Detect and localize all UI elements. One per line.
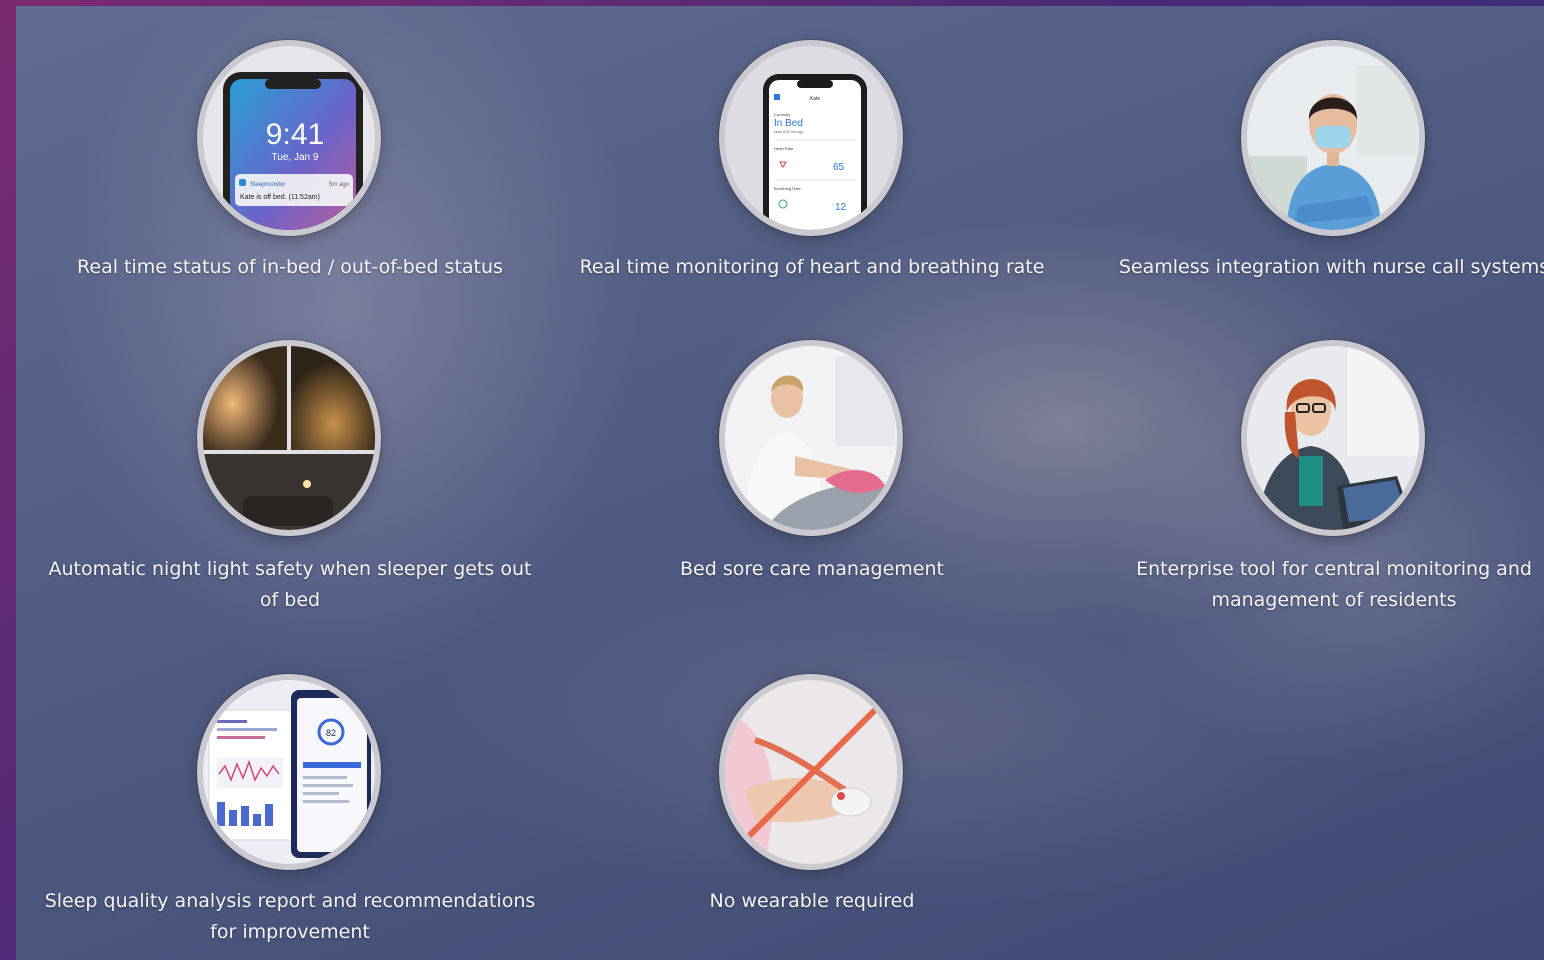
vitals-status: In Bed [774,118,803,129]
feature-no-wearable: No wearable required [562,674,1062,934]
sleep-report-screens-icon: 82 [197,674,381,870]
feature-caption: Real time monitoring of heart and breath… [579,256,1045,278]
breathing-rate-label: Breathing Rate [774,186,801,191]
laptop-worker-photo-icon [1241,340,1425,536]
heart-rate-value: 65 [833,162,845,173]
feature-caption: Automatic night light safety when sleepe… [48,558,532,611]
feature-caption: Bed sore care management [680,558,944,580]
lockscreen-date: Tue, Jan 9 [272,152,319,163]
breathing-rate-value: 12 [835,202,847,213]
caregiver-photo-icon [719,340,903,536]
feature-caption: Enterprise tool for central monitoring a… [1136,558,1532,611]
sleep-score: 82 [326,728,336,738]
notification-app: Sleepmonitor [250,182,285,188]
feature-sleep-report: 82 Sleep quality analysis report and rec… [40,674,540,960]
heart-rate-label: Heart Rate [774,146,794,151]
lockscreen-time: 9:41 [266,118,324,151]
nurse-photo-icon [1241,40,1425,236]
no-wearable-icon [719,674,903,870]
notification-time: 5m ago [329,182,350,188]
feature-caption: Real time status of in-bed / out-of-bed … [77,256,503,278]
night-light-photo-icon [197,340,381,536]
vitals-status-label: Currently [774,112,790,117]
feature-enterprise-tool: Enterprise tool for central monitoring a… [1084,340,1544,630]
phone-app-vitals-icon: Kate Currently In Bed since 8:02 min ago… [719,40,903,236]
phone-lockscreen-icon: 9:41 Tue, Jan 9 Sleepmonitor 5m ago Kate… [197,40,381,236]
feature-bed-sore: Bed sore care management [562,340,1062,590]
feature-in-bed-status: 9:41 Tue, Jan 9 Sleepmonitor 5m ago Kate… [40,40,540,290]
vitals-status-sub: since 8:02 min ago [774,130,803,134]
feature-caption: Sleep quality analysis report and recomm… [44,890,536,943]
feature-caption: No wearable required [709,890,915,912]
feature-night-light: Automatic night light safety when sleepe… [40,340,540,630]
notification-message: Kate is off bed. (11:52am) [240,194,320,201]
vitals-title: Kate [810,96,821,102]
feature-caption: Seamless integration with nurse call sys… [1118,256,1544,278]
feature-panel: 9:41 Tue, Jan 9 Sleepmonitor 5m ago Kate… [16,6,1544,960]
feature-nurse-call: Seamless integration with nurse call sys… [1084,40,1544,290]
feature-heart-breathing: Kate Currently In Bed since 8:02 min ago… [562,40,1062,290]
